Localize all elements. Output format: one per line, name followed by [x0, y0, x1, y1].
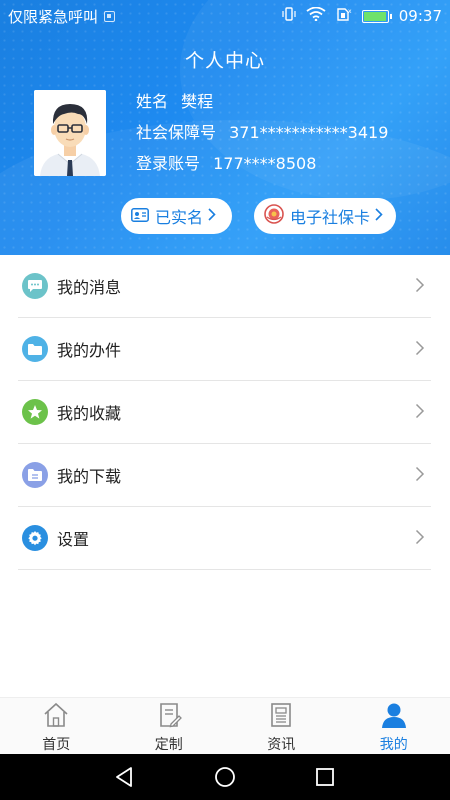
- news-icon: [267, 702, 295, 732]
- chevron-right-icon: [375, 207, 383, 225]
- chevron-right-icon: [415, 466, 425, 486]
- menu-list: 我的消息 我的办件 我的收藏 我的下载 设置: [18, 255, 431, 570]
- menu-item-label: 我的办件: [57, 341, 122, 360]
- social-security-emblem-icon: [264, 204, 284, 228]
- realname-badge-button[interactable]: 已实名: [121, 198, 232, 234]
- chevron-right-icon: [415, 340, 425, 360]
- bottom-tab-bar: 首页 定制 资讯 我的: [0, 697, 450, 754]
- battery-icon: [361, 9, 392, 23]
- tab-label: 我的: [379, 737, 408, 753]
- tab-label: 资讯: [267, 737, 296, 753]
- download-folder-icon: [22, 462, 48, 488]
- recent-apps-icon[interactable]: [314, 766, 336, 792]
- ssn-label: 社会保障号: [136, 123, 217, 142]
- id-card-icon: [131, 207, 149, 226]
- status-bar: 仅限紧急呼叫 x 09:37: [0, 0, 450, 30]
- menu-item-favorites[interactable]: 我的收藏: [18, 381, 431, 444]
- folder-icon: [22, 336, 48, 362]
- menu-item-label: 我的下载: [57, 467, 122, 486]
- menu-item-settings[interactable]: 设置: [18, 507, 431, 570]
- sim-icon: x: [336, 6, 352, 26]
- menu-item-messages[interactable]: 我的消息: [18, 255, 431, 318]
- image-notification-icon: [104, 11, 116, 22]
- home-icon: [42, 702, 70, 732]
- star-icon: [22, 399, 48, 425]
- tab-profile[interactable]: 我的: [338, 698, 450, 754]
- tab-customize[interactable]: 定制: [113, 698, 226, 754]
- avatar[interactable]: [34, 90, 106, 176]
- social-security-card-button[interactable]: 电子社保卡: [254, 198, 396, 234]
- name-label: 姓名: [136, 92, 169, 111]
- tab-news[interactable]: 资讯: [225, 698, 338, 754]
- name-value: 樊程: [181, 92, 214, 111]
- status-time: 09:37: [398, 7, 442, 25]
- menu-item-label: 我的消息: [57, 278, 122, 297]
- social-security-card-label: 电子社保卡: [290, 208, 371, 227]
- page-title: 个人中心: [184, 50, 265, 72]
- chevron-right-icon: [415, 277, 425, 297]
- tab-label: 定制: [154, 737, 183, 753]
- profile-icon: [380, 702, 408, 732]
- chevron-right-icon: [208, 207, 216, 225]
- vibrate-icon: [282, 7, 296, 25]
- profile-info: 姓名 樊程 社会保障号 371***********3419 登录账号 177*…: [136, 92, 388, 185]
- account-label: 登录账号: [136, 154, 201, 173]
- tab-home[interactable]: 首页: [0, 698, 113, 754]
- menu-item-downloads[interactable]: 我的下载: [18, 444, 431, 507]
- svg-text:x: x: [348, 8, 352, 15]
- home-circle-icon[interactable]: [214, 766, 236, 792]
- message-icon: [22, 273, 48, 299]
- menu-item-label: 设置: [57, 530, 90, 549]
- menu-item-my-tasks[interactable]: 我的办件: [18, 318, 431, 381]
- system-navigation-bar: [0, 754, 450, 800]
- carrier-text: 仅限紧急呼叫: [8, 8, 99, 26]
- gear-icon: [22, 525, 48, 551]
- wifi-icon: [306, 6, 326, 25]
- chevron-right-icon: [415, 529, 425, 549]
- account-value: 177****8508: [213, 154, 317, 173]
- back-icon[interactable]: [113, 766, 135, 792]
- tab-label: 首页: [42, 737, 71, 753]
- menu-item-label: 我的收藏: [57, 404, 122, 423]
- customize-icon: [155, 702, 183, 732]
- profile-header: 仅限紧急呼叫 x 09:37 个人中心 姓名 樊程 社会保障号 371*****…: [0, 0, 450, 255]
- chevron-right-icon: [415, 403, 425, 423]
- ssn-value: 371***********3419: [229, 123, 389, 142]
- realname-label: 已实名: [155, 208, 204, 227]
